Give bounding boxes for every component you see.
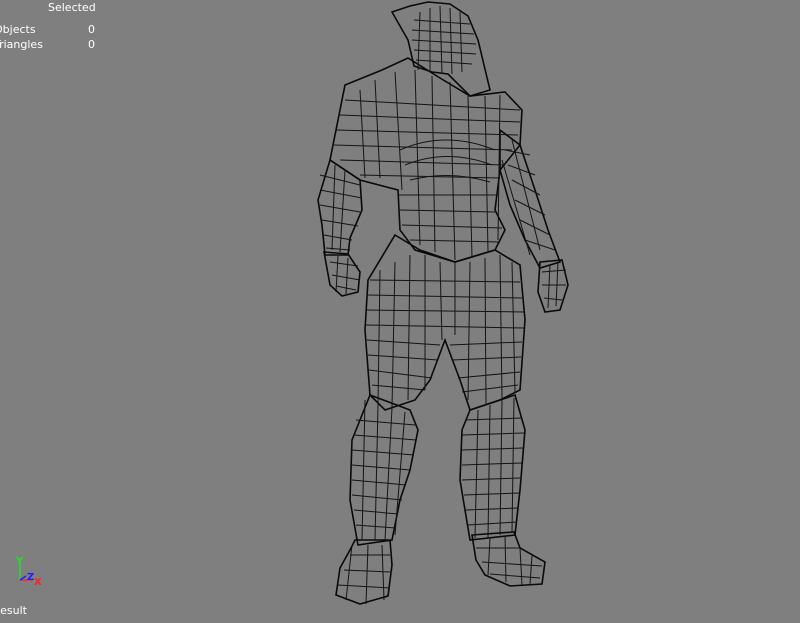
hud-objects-label: Objects (0, 23, 36, 36)
hud-selected-header: Selected (48, 1, 96, 14)
hud-triangles-label: Triangles (0, 38, 43, 51)
wireframe-mesh-lines (319, 5, 567, 605)
wireframe-character-model[interactable] (0, 0, 800, 623)
character-silhouette (317, 1, 569, 605)
hud-objects-value: 0 (88, 23, 95, 36)
y-axis-label: Y (15, 556, 24, 567)
x-axis-label: X (34, 577, 42, 588)
status-text: Result (0, 604, 27, 617)
hud-triangles-value: 0 (88, 38, 95, 51)
3d-viewport[interactable]: Selected Objects 0 Triangles 0 Y Z X Res… (0, 0, 800, 623)
axis-gizmo-icon: Y Z X (15, 556, 42, 588)
